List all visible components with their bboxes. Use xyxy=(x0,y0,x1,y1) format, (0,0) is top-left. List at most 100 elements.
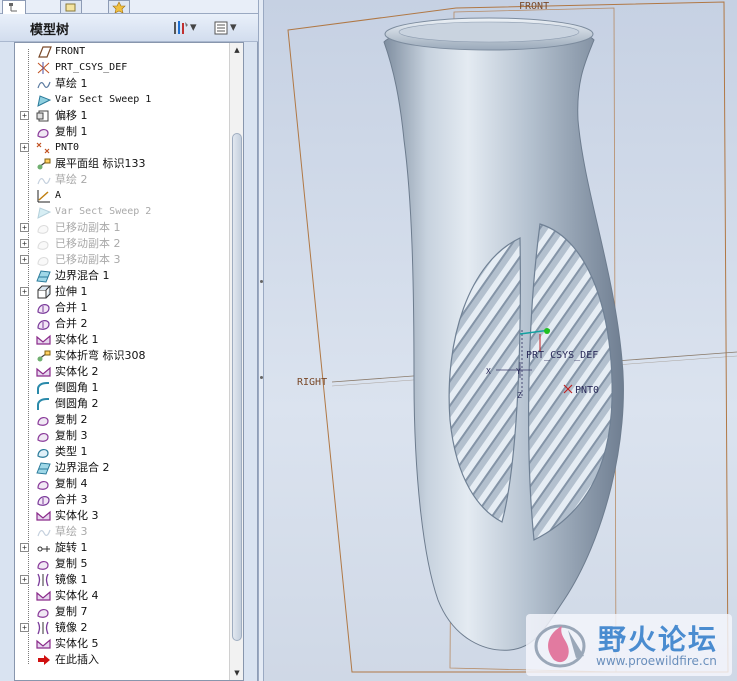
wildfire-logo-icon xyxy=(534,624,586,668)
moved-copy-icon xyxy=(35,236,52,252)
tree-item[interactable]: 实体化 3 xyxy=(15,508,229,524)
tree-item[interactable]: PRT_CSYS_DEF xyxy=(15,60,229,76)
front-plane-label[interactable]: FRONT xyxy=(519,1,549,12)
tree-item[interactable]: 草绘 3 xyxy=(15,524,229,540)
tree-item[interactable]: 倒圆角 1 xyxy=(15,380,229,396)
tree-item[interactable]: 复制 2 xyxy=(15,412,229,428)
tree-item[interactable]: + 拉伸 1 xyxy=(15,284,229,300)
tree-settings-icon xyxy=(174,20,188,34)
tree-item[interactable]: 复制 7 xyxy=(15,604,229,620)
tree-item[interactable]: Var Sect Sweep 1 xyxy=(15,92,229,108)
tree-item[interactable]: 复制 3 xyxy=(15,428,229,444)
tree-item[interactable]: 草绘 1 xyxy=(15,76,229,92)
tree-item[interactable]: + 已移动副本 3 xyxy=(15,252,229,268)
tree-item[interactable]: 边界混合 2 xyxy=(15,460,229,476)
tree-item[interactable]: 类型 1 xyxy=(15,444,229,460)
tree-settings-button[interactable]: ▾ xyxy=(172,18,197,38)
var-sweep-icon xyxy=(35,204,52,220)
scroll-up-arrow-icon[interactable]: ▲ xyxy=(231,44,243,56)
model-tree-panel: 模型树 ▾ ▾ FRONT PRT_CSYS_DEF 草绘 1 Var Sect Sw… xyxy=(0,14,258,681)
tree-item[interactable]: 合并 1 xyxy=(15,300,229,316)
solidify-icon xyxy=(35,508,52,524)
offset-icon xyxy=(35,108,52,124)
expand-toggle-icon[interactable]: + xyxy=(20,255,29,264)
tree-item-label: 草绘 1 xyxy=(55,77,88,90)
tree-item[interactable]: 实体折弯 标识308 xyxy=(15,348,229,364)
boundary-blend-icon xyxy=(35,460,52,476)
tree-item[interactable]: FRONT xyxy=(15,44,229,60)
expand-toggle-icon[interactable]: + xyxy=(20,623,29,632)
solidify-icon xyxy=(35,588,52,604)
tree-item[interactable]: 实体化 5 xyxy=(15,636,229,652)
tree-item[interactable]: + 已移动副本 2 xyxy=(15,236,229,252)
tree-item[interactable]: 复制 5 xyxy=(15,556,229,572)
expand-toggle-icon[interactable]: + xyxy=(20,223,29,232)
tree-item-label: 实体化 3 xyxy=(55,509,99,522)
tree-item-label: A xyxy=(55,190,62,201)
scrollbar-thumb[interactable] xyxy=(232,133,242,641)
tree-item-label: 复制 1 xyxy=(55,125,88,138)
datum-axis-icon xyxy=(35,188,52,204)
watermark-title: 野火论坛 xyxy=(598,623,719,656)
expand-toggle-icon[interactable]: + xyxy=(20,111,29,120)
merge-icon xyxy=(35,316,52,332)
revolve-icon xyxy=(35,540,52,556)
tree-item-label: 实体化 2 xyxy=(55,365,99,378)
copy-icon xyxy=(35,124,52,140)
flatten-quilt-icon xyxy=(35,156,52,172)
tree-item[interactable]: + 镜像 2 xyxy=(15,620,229,636)
tree-item[interactable]: 实体化 2 xyxy=(15,364,229,380)
axis-z-label: Z xyxy=(517,391,522,400)
tree-item[interactable]: 在此插入 xyxy=(15,652,229,668)
tree-item[interactable]: + 已移动副本 1 xyxy=(15,220,229,236)
tree-columns-button[interactable]: ▾ xyxy=(212,18,237,38)
tree-item-label: 展平面组 标识133 xyxy=(55,157,146,170)
tree-item[interactable]: + 偏移 1 xyxy=(15,108,229,124)
tree-item-label: 旋转 1 xyxy=(55,541,88,554)
watermark: 野火论坛 www.proewildfire.cn xyxy=(526,614,732,676)
layer-tab[interactable] xyxy=(60,0,82,13)
tree-item[interactable]: 草绘 2 xyxy=(15,172,229,188)
tree-item[interactable]: 展平面组 标识133 xyxy=(15,156,229,172)
tree-item[interactable]: 边界混合 1 xyxy=(15,268,229,284)
graphics-viewport[interactable]: FRONT RIGHT PRT_CSYS_DEF PNT0 X Y Z 野火论坛… xyxy=(264,0,737,681)
tree-item[interactable]: 复制 4 xyxy=(15,476,229,492)
model-tree-header: 模型树 ▾ ▾ xyxy=(0,14,258,42)
favorites-tab[interactable] xyxy=(108,0,130,14)
tree-item[interactable]: + 旋转 1 xyxy=(15,540,229,556)
moved-copy-icon xyxy=(35,252,52,268)
right-plane-label[interactable]: RIGHT xyxy=(297,377,327,388)
tree-item-label: 复制 4 xyxy=(55,477,88,490)
tree-item-label: 拉伸 1 xyxy=(55,285,88,298)
tree-item-label: 合并 1 xyxy=(55,301,88,314)
tree-item-label: 已移动副本 2 xyxy=(55,237,121,250)
datum-point-icon xyxy=(35,140,52,156)
datum-plane-icon xyxy=(35,44,52,60)
tree-item[interactable]: 复制 1 xyxy=(15,124,229,140)
tree-scrollbar[interactable]: ▲ ▼ xyxy=(229,43,243,680)
tree-item[interactable]: 合并 3 xyxy=(15,492,229,508)
model-tree-tab[interactable] xyxy=(2,0,26,14)
csys-label[interactable]: PRT_CSYS_DEF xyxy=(526,350,598,361)
watermark-url: www.proewildfire.cn xyxy=(596,654,717,668)
tree-item[interactable]: A xyxy=(15,188,229,204)
tree-item[interactable]: 合并 2 xyxy=(15,316,229,332)
expand-toggle-icon[interactable]: + xyxy=(20,287,29,296)
tree-item[interactable]: Var Sect Sweep 2 xyxy=(15,204,229,220)
tree-item-label: 已移动副本 1 xyxy=(55,221,121,234)
tree-item[interactable]: + 镜像 1 xyxy=(15,572,229,588)
tree-item[interactable]: + PNT0 xyxy=(15,140,229,156)
expand-toggle-icon[interactable]: + xyxy=(20,575,29,584)
proe-window: 模型树 ▾ ▾ FRONT PRT_CSYS_DEF 草绘 1 Var Sect Sw… xyxy=(0,0,737,681)
tree-item-label: Var Sect Sweep 2 xyxy=(55,206,152,217)
tree-item[interactable]: 实体化 4 xyxy=(15,588,229,604)
scroll-down-arrow-icon[interactable]: ▼ xyxy=(231,667,243,679)
tree-item[interactable]: 倒圆角 2 xyxy=(15,396,229,412)
boundary-blend-icon xyxy=(35,268,52,284)
tree-item[interactable]: 实体化 1 xyxy=(15,332,229,348)
expand-toggle-icon[interactable]: + xyxy=(20,143,29,152)
pnt0-label[interactable]: PNT0 xyxy=(575,385,599,396)
expand-toggle-icon[interactable]: + xyxy=(20,543,29,552)
expand-toggle-icon[interactable]: + xyxy=(20,239,29,248)
panel-title: 模型树 xyxy=(30,23,70,38)
